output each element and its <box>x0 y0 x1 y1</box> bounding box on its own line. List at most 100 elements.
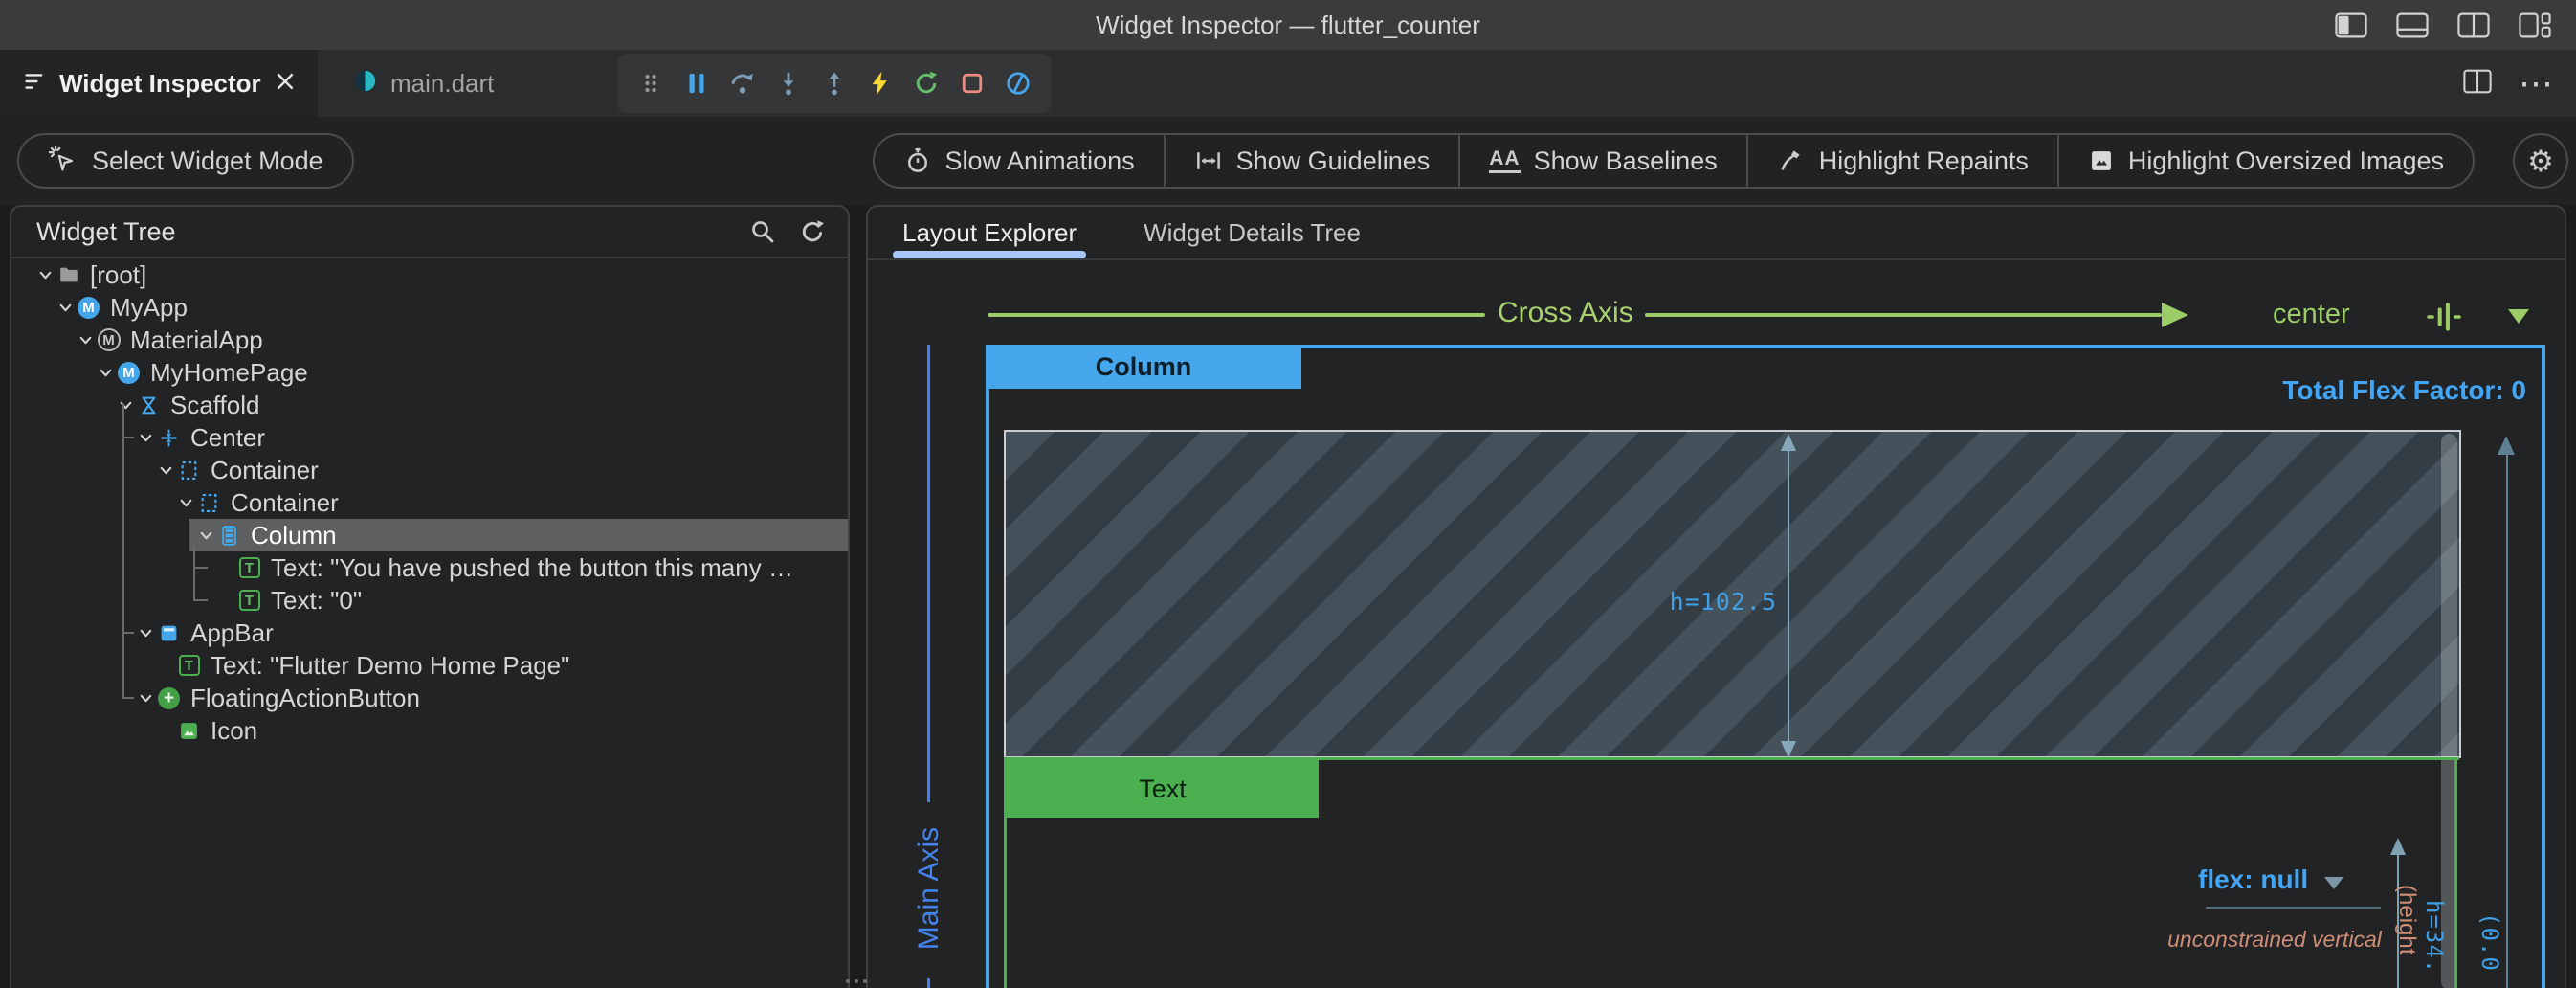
main-axis-label: Main Axis <box>913 827 945 950</box>
cross-axis-alignment-value[interactable]: center <box>2273 299 2350 330</box>
flex-underline <box>2206 907 2381 909</box>
panel-split-icon[interactable] <box>2457 12 2490 38</box>
settings-button[interactable]: ⚙ <box>2513 133 2568 189</box>
step-over-button[interactable] <box>722 60 763 106</box>
tree-node[interactable]: Column <box>11 519 848 551</box>
widget-class-icon: M <box>116 362 142 384</box>
panel-left-icon[interactable] <box>2335 12 2367 38</box>
panel-bottom-icon[interactable] <box>2396 12 2429 38</box>
guidelines-icon <box>1194 146 1223 175</box>
align-center-icon[interactable] <box>2426 301 2462 338</box>
tree-node[interactable]: Container <box>11 454 848 486</box>
main-axis-line <box>927 345 930 802</box>
tree-tick <box>193 599 208 601</box>
inspector-toolbar: Select Widget Mode Slow AnimationsShow G… <box>0 117 2576 205</box>
tree-tick <box>122 697 134 699</box>
toggle-highlight-repaints[interactable]: Highlight Repaints <box>1746 135 2057 187</box>
text-widget-tab[interactable]: Text <box>1007 760 1319 818</box>
tree-node[interactable]: MMyApp <box>11 291 848 324</box>
tree-node[interactable]: TText: "Flutter Demo Home Page" <box>11 649 848 682</box>
tree-guide <box>193 546 195 600</box>
tab-widget-inspector[interactable]: Widget Inspector <box>0 50 318 117</box>
pause-button[interactable] <box>677 60 717 106</box>
text-icon: T <box>176 655 202 676</box>
container-icon <box>176 460 202 481</box>
height-measure-line <box>1788 448 1789 743</box>
tab-widget-details-tree[interactable]: Widget Details Tree <box>1138 207 1366 258</box>
column-height-arrowhead <box>2498 436 2515 455</box>
search-icon[interactable] <box>748 217 777 246</box>
step-out-button[interactable] <box>814 60 855 106</box>
inspector-button[interactable] <box>998 60 1038 106</box>
tree-tick <box>122 437 134 438</box>
material-app-icon: M <box>96 328 122 351</box>
grip-button[interactable] <box>631 60 671 106</box>
text-height-rotated: h=34. <box>2421 900 2448 974</box>
bolt-button[interactable] <box>860 60 900 106</box>
total-flex-factor: Total Flex Factor: 0 <box>2064 375 2526 406</box>
text-widget-right-border <box>2454 757 2457 988</box>
step-into-button[interactable] <box>768 60 809 106</box>
debug-toolbar <box>617 54 1052 113</box>
chevron-down-icon[interactable] <box>135 625 156 641</box>
chevron-down-icon[interactable] <box>75 332 96 348</box>
tab-layout-explorer[interactable]: Layout Explorer <box>897 207 1082 258</box>
center-icon <box>156 428 182 448</box>
tree-node[interactable]: MMyHomePage <box>11 356 848 389</box>
tree-node[interactable]: AppBar <box>11 617 848 649</box>
chevron-down-icon[interactable] <box>115 397 136 414</box>
tree-node[interactable]: +FloatingActionButton <box>11 682 848 714</box>
stop-button[interactable] <box>952 60 992 106</box>
height-arrow-bottom <box>1781 741 1796 758</box>
alignment-dropdown-caret[interactable] <box>2508 309 2529 324</box>
refresh-icon[interactable] <box>798 217 827 246</box>
toggle-show-baselines[interactable]: AAShow Baselines <box>1458 135 1745 187</box>
tree-node[interactable]: MMaterialApp <box>11 324 848 356</box>
tree-node[interactable]: TText: "0" <box>11 584 848 617</box>
chevron-down-icon[interactable] <box>55 300 76 316</box>
container-icon <box>196 493 222 513</box>
split-editor-icon[interactable] <box>2463 69 2492 99</box>
chevron-down-icon[interactable] <box>34 267 56 283</box>
toggle-slow-animations[interactable]: Slow Animations <box>875 135 1164 187</box>
tab-main-dart[interactable]: main.dart <box>323 50 522 117</box>
explorer-tabs: Layout Explorer Widget Details Tree <box>868 207 2565 260</box>
close-icon[interactable] <box>275 71 296 97</box>
flex-dropdown[interactable]: flex: null <box>2198 864 2343 895</box>
chevron-down-icon[interactable] <box>135 690 156 707</box>
baselines-icon: AA <box>1489 148 1520 173</box>
toggle-show-guidelines[interactable]: Show Guidelines <box>1164 135 1459 187</box>
chevron-down-icon[interactable] <box>95 365 116 381</box>
chevron-down-icon[interactable] <box>135 430 156 446</box>
tree-node[interactable]: Container <box>11 486 848 519</box>
repaint-icon <box>1777 146 1806 175</box>
dart-icon <box>352 68 378 99</box>
tree-node[interactable]: TText: "You have pushed the button this … <box>11 551 848 584</box>
restart-button[interactable] <box>906 60 946 106</box>
select-widget-mode-button[interactable]: Select Widget Mode <box>17 133 354 189</box>
image-icon <box>176 721 202 741</box>
panel-splitter[interactable] <box>846 979 867 983</box>
layout-explorer-panel: Layout Explorer Widget Details Tree Cros… <box>866 205 2566 988</box>
gear-icon: ⚙ <box>2527 146 2554 176</box>
tree-guide <box>122 404 124 698</box>
tree-node[interactable]: [root] <box>11 258 848 291</box>
flex-dropdown-caret <box>2324 877 2343 889</box>
chevron-down-icon[interactable] <box>175 495 196 511</box>
layout-grid-icon[interactable] <box>2519 12 2551 38</box>
tree-node[interactable]: Scaffold <box>11 389 848 421</box>
tree-node[interactable]: Center <box>11 421 848 454</box>
column-widget-tab[interactable]: Column <box>986 345 1301 389</box>
widget-tree-header: Widget Tree <box>11 207 848 258</box>
toggle-group: Slow AnimationsShow GuidelinesAAShow Bas… <box>873 133 2475 189</box>
scaffold-icon <box>136 395 162 415</box>
more-icon[interactable]: ⋯ <box>2519 66 2553 101</box>
cross-axis-label: Cross Axis <box>1498 297 1633 329</box>
chevron-down-icon[interactable] <box>195 528 216 544</box>
column-height-arrow-line <box>2506 453 2508 988</box>
toggle-highlight-oversized-images[interactable]: Highlight Oversized Images <box>2057 135 2473 187</box>
chevron-down-icon[interactable] <box>155 462 176 479</box>
tree-node[interactable]: Icon <box>11 714 848 747</box>
title-bar: Widget Inspector — flutter_counter <box>0 0 2576 50</box>
widget-class-icon: M <box>76 297 101 319</box>
